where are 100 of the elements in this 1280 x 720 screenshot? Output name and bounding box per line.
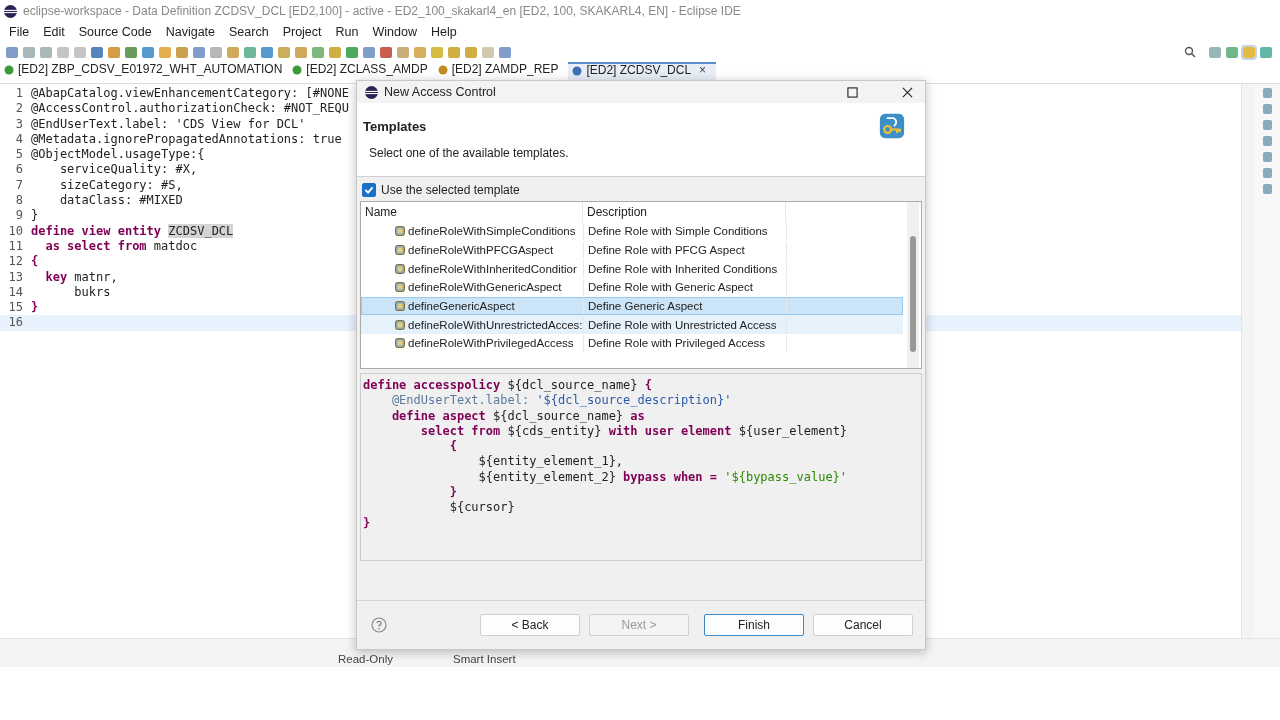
close-button[interactable]: [902, 86, 913, 98]
code-line: dataClass: #MIXED: [58, 193, 183, 209]
toolbar-icon[interactable]: [448, 46, 460, 58]
checkbox-label: Use the selected template: [381, 183, 520, 197]
toolbar-icon[interactable]: [278, 46, 290, 58]
line-number: 10: [7, 223, 23, 239]
toolbar-icon[interactable]: [431, 46, 443, 58]
toolbar-icon[interactable]: [193, 46, 205, 58]
template-name: defineRoleWithUnrestrictedAcces:: [408, 318, 583, 331]
line-number: 14: [7, 284, 23, 301]
toolbar-icon[interactable]: [125, 46, 137, 58]
toolbar-icon[interactable]: [40, 46, 52, 58]
menu-item[interactable]: Window: [365, 25, 424, 39]
menu-item[interactable]: Edit: [36, 25, 72, 39]
toolbar-icon[interactable]: [312, 46, 324, 58]
template-description: Define Role with Generic Aspect: [584, 279, 787, 296]
checkbox[interactable]: [362, 183, 376, 197]
toolbar-icon[interactable]: [397, 46, 409, 58]
menu-item[interactable]: Navigate: [158, 25, 222, 39]
search-icon[interactable]: [1184, 46, 1196, 58]
toolbar-icon[interactable]: [227, 46, 239, 58]
toolbar-icon[interactable]: [482, 46, 494, 58]
key-icon: [879, 113, 905, 139]
perspective-icon[interactable]: [1243, 46, 1255, 58]
template-row[interactable]: defineRoleWithPFCGAspect Define Role with PFCG Aspect: [361, 240, 903, 260]
code-line: define view entity ZCDSV_DCL: [31, 223, 234, 239]
eclipse-logo-icon: [365, 85, 378, 99]
perspective-icon[interactable]: [1260, 46, 1272, 58]
toolbar-icon[interactable]: [414, 46, 426, 58]
line-number: 2: [14, 101, 23, 117]
template-row[interactable]: defineGenericAspect Define Generic Aspect: [361, 296, 903, 316]
eclipse-logo-icon: [4, 4, 17, 18]
toolbar-icon[interactable]: [363, 46, 375, 58]
toolbar-icon[interactable]: [57, 46, 69, 58]
scrollbar[interactable]: [1241, 84, 1254, 638]
template-icon: [395, 245, 405, 256]
toolbar-icon[interactable]: [346, 46, 358, 58]
line-number: 3: [14, 116, 23, 132]
wizard-button[interactable]: Finish: [704, 614, 804, 636]
wizard-button[interactable]: < Back: [480, 614, 580, 636]
toolbar-icon[interactable]: [210, 46, 222, 58]
editor-tab[interactable]: [ED2] ZAMDP_REP: [437, 62, 569, 80]
toolbar-icon[interactable]: [261, 46, 273, 58]
code-line: key matnr,: [44, 269, 118, 285]
template-icon: [395, 338, 405, 349]
template-name: defineRoleWithPFCGAspect: [408, 244, 554, 257]
template-row[interactable]: defineRoleWithGenericAspect Define Role with Generic Aspect: [361, 278, 903, 297]
toolbar-icon[interactable]: [295, 46, 307, 58]
use-template-checkbox[interactable]: Use the selected template: [360, 183, 922, 197]
line-number: 16: [7, 315, 23, 331]
code-line: @Metadata.ignorePropagatedAnnotations: true: [31, 131, 342, 148]
perspective-icon[interactable]: [1209, 46, 1221, 58]
help-icon[interactable]: [371, 617, 387, 633]
menu-item[interactable]: Search: [222, 25, 276, 39]
toolbar-icon[interactable]: [6, 46, 18, 58]
code-line: }: [31, 300, 39, 316]
toolbar-icon[interactable]: [91, 46, 103, 58]
wizard-button[interactable]: Cancel: [813, 614, 913, 636]
editor-tab[interactable]: [ED2] ZBP_CDSV_E01972_WHT_AUTOMATION: [4, 62, 293, 80]
toolbar-icon[interactable]: [244, 46, 256, 58]
maximize-button[interactable]: [847, 86, 858, 98]
toolbar-icon[interactable]: [465, 46, 477, 58]
toolbar-icon[interactable]: [329, 46, 341, 58]
status-text: Smart Insert: [452, 653, 516, 665]
editor-tab[interactable]: [ED2] ZCLASS_AMDP: [292, 62, 438, 80]
template-row[interactable]: defineRoleWithPrivilegedAccess Define Role with Privileged Access: [361, 334, 903, 353]
line-number: 1: [14, 86, 23, 102]
template-row[interactable]: defineRoleWithSimpleConditions Define Role with Simple Conditions: [361, 222, 903, 241]
toolbar-icon[interactable]: [74, 46, 86, 58]
menu-item[interactable]: Source Code: [71, 25, 159, 39]
template-description: Define Role with Privileged Access: [584, 335, 787, 352]
template-name: defineRoleWithPrivilegedAccess: [408, 337, 574, 350]
column-header[interactable]: Description: [583, 202, 786, 222]
code-line: @AbapCatalog.viewEnhancementCategory: [#NONE: [31, 86, 349, 102]
column-header[interactable]: Name: [361, 202, 583, 222]
toolbar-icon[interactable]: [23, 46, 35, 58]
menu-item[interactable]: Help: [423, 25, 464, 39]
code-line: }: [31, 208, 39, 224]
template-row[interactable]: defineRoleWithUnrestrictedAcces: Define Role with Unrestricted Access: [361, 315, 903, 335]
toolbar-icon[interactable]: [159, 46, 171, 58]
line-number: 7: [14, 177, 23, 194]
scrollbar[interactable]: [907, 202, 919, 368]
template-description: Define Generic Aspect: [584, 297, 787, 315]
template-row[interactable]: defineRoleWithInheritedConditior Define Role with Inherited Conditions: [361, 259, 903, 279]
template-name: defineRoleWithSimpleConditions: [408, 225, 576, 238]
perspective-icon[interactable]: [1226, 46, 1238, 58]
template-name: defineGenericAspect: [408, 300, 515, 313]
toolbar-icon[interactable]: [380, 46, 392, 58]
toolbar-icon[interactable]: [176, 46, 188, 58]
toolbar-icon[interactable]: [499, 46, 511, 58]
line-number: 8: [14, 193, 23, 209]
toolbar-icon[interactable]: [142, 46, 154, 58]
code-line: serviceQuality: #X,: [58, 162, 198, 178]
menu-item[interactable]: Run: [328, 25, 366, 39]
menu-item[interactable]: File: [2, 25, 37, 39]
toolbar-icon[interactable]: [108, 46, 120, 58]
close-tab-button[interactable]: ×: [699, 64, 707, 77]
menu-item[interactable]: Project: [275, 25, 329, 39]
code-line: @AccessControl.authorizationCheck: #NOT_REQU: [31, 101, 349, 117]
template-icon: [395, 301, 405, 312]
